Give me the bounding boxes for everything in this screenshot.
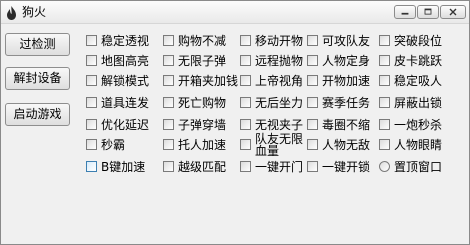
- option-label: 地图高亮: [101, 54, 150, 68]
- checkbox-box[interactable]: [163, 119, 174, 130]
- option-label: 移动开物: [255, 34, 304, 48]
- checkbox-box[interactable]: [307, 161, 318, 172]
- checkbox-box[interactable]: [86, 161, 97, 172]
- option-label: 购物不减: [178, 34, 227, 48]
- checkbox-box[interactable]: [86, 97, 97, 108]
- checkbox-box[interactable]: [163, 139, 174, 150]
- checkbox-box[interactable]: [163, 35, 174, 46]
- checkbox-box[interactable]: [307, 75, 318, 86]
- app-window: 狗火 过检测 解封设备 启动游戏 稳定透视 购物不减 移动开物 可攻队友 突破段…: [0, 0, 470, 245]
- option-label: 一键开门: [255, 160, 304, 174]
- checkbox-box[interactable]: [307, 139, 318, 150]
- maximize-button[interactable]: [417, 5, 439, 19]
- launch-game-button[interactable]: 启动游戏: [5, 103, 70, 126]
- option-label: 突破段位: [394, 34, 443, 48]
- option-label: 屏蔽出锁: [394, 96, 443, 110]
- option-label: B键加速: [101, 160, 146, 174]
- option-label: 道具连发: [101, 96, 150, 110]
- checkbox-box[interactable]: [307, 35, 318, 46]
- option-label: 远程抛物: [255, 54, 304, 68]
- checkbox-box[interactable]: [379, 75, 390, 86]
- checkbox-box[interactable]: [307, 119, 318, 130]
- checkbox-box[interactable]: [379, 35, 390, 46]
- option-label: 人物无敌: [322, 138, 371, 152]
- option-label: 上帝视角: [255, 74, 304, 88]
- option-label: 人物定身: [322, 54, 371, 68]
- checkbox-box[interactable]: [86, 75, 97, 86]
- unban-device-button[interactable]: 解封设备: [5, 67, 70, 90]
- option-label: 子弹穿墙: [178, 118, 227, 132]
- checkbox-box[interactable]: [240, 139, 251, 150]
- checkbox-box[interactable]: [307, 97, 318, 108]
- window-title: 狗火: [22, 5, 47, 19]
- checkbox-box[interactable]: [240, 75, 251, 86]
- checkbox-box[interactable]: [163, 75, 174, 86]
- option-label: 秒霸: [101, 138, 126, 152]
- checkbox-box[interactable]: [240, 35, 251, 46]
- checkbox-box[interactable]: [307, 55, 318, 66]
- checkbox-box[interactable]: [240, 161, 251, 172]
- checkbox-box[interactable]: [240, 55, 251, 66]
- minimize-button[interactable]: [394, 5, 416, 19]
- checkbox-box[interactable]: [86, 35, 97, 46]
- checkbox-box[interactable]: [379, 139, 390, 150]
- minimize-icon: [401, 12, 409, 15]
- checkbox-box[interactable]: [379, 97, 390, 108]
- option-label: 开物加速: [322, 74, 371, 88]
- option-label: 稳定吸人: [394, 74, 443, 88]
- option-label: 优化延迟: [101, 118, 150, 132]
- option-label: 置顶窗口: [394, 160, 443, 174]
- radio-circle[interactable]: [379, 161, 390, 172]
- checkbox-box[interactable]: [379, 55, 390, 66]
- checkbox-box[interactable]: [163, 161, 174, 172]
- option-label: 一键开锁: [322, 160, 371, 174]
- flame-icon: [6, 5, 17, 20]
- option-label: 皮卡跳跃: [394, 54, 443, 68]
- option-label: 无限子弹: [178, 54, 227, 68]
- checkbox-box[interactable]: [163, 55, 174, 66]
- close-button[interactable]: [440, 5, 466, 19]
- checkbox-box[interactable]: [86, 139, 97, 150]
- option-label: 人物眼睛: [394, 138, 443, 152]
- option-label: 队友无限血量: [255, 132, 304, 158]
- option-label: 毒圈不缩: [322, 118, 371, 132]
- checkbox-box[interactable]: [86, 119, 97, 130]
- checkbox-box[interactable]: [379, 119, 390, 130]
- bypass-detection-button[interactable]: 过检测: [5, 33, 70, 56]
- option-label: 开箱夹加钱: [178, 74, 239, 88]
- close-icon: [449, 8, 457, 16]
- option-label: 死亡购物: [178, 96, 227, 110]
- maximize-icon: [424, 8, 432, 15]
- option-label: 解锁模式: [101, 74, 150, 88]
- checkbox-box[interactable]: [163, 97, 174, 108]
- checkbox-box[interactable]: [240, 97, 251, 108]
- option-label: 可攻队友: [322, 34, 371, 48]
- option-label: 稳定透视: [101, 34, 150, 48]
- checkbox-box[interactable]: [240, 119, 251, 130]
- option-label: 无视夹子: [255, 118, 304, 132]
- option-label: 越级匹配: [178, 160, 227, 174]
- option-label: 赛季任务: [322, 96, 371, 110]
- title-bar: 狗火: [1, 1, 469, 24]
- option-label: 无后坐力: [255, 96, 304, 110]
- option-label: 托人加速: [178, 138, 227, 152]
- option-label: 一炮秒杀: [394, 118, 443, 132]
- checkbox-box[interactable]: [86, 55, 97, 66]
